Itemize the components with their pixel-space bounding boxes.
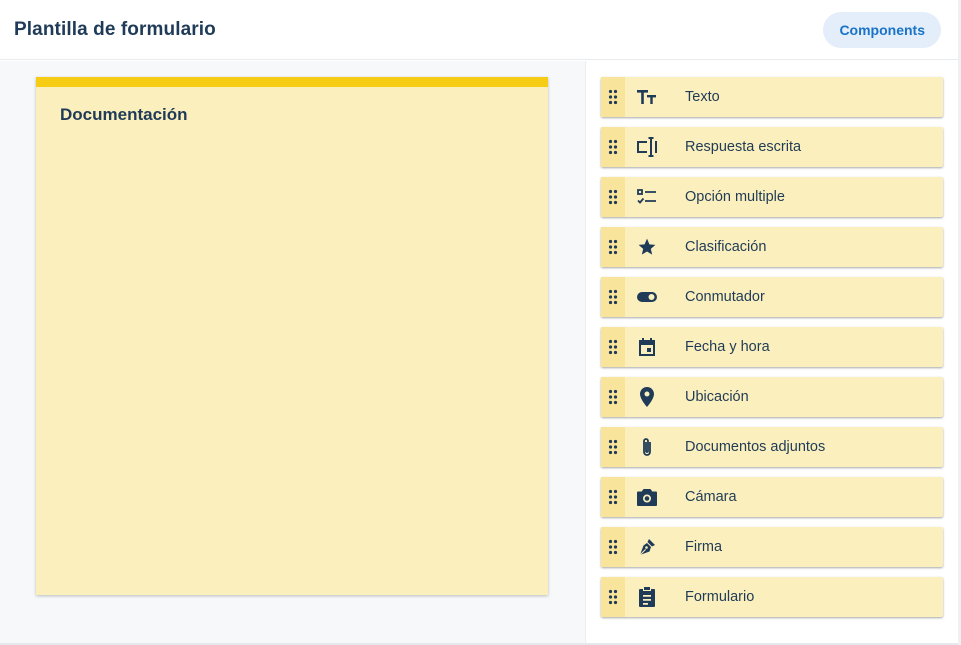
component-item-camara[interactable]: Cámara xyxy=(601,477,943,517)
pen-icon xyxy=(625,527,669,567)
drag-handle-icon[interactable] xyxy=(601,327,625,367)
component-label: Cámara xyxy=(685,489,737,505)
toggle-icon xyxy=(625,277,669,317)
clipboard-icon xyxy=(625,577,669,617)
component-item-formulario[interactable]: Formulario xyxy=(601,577,943,617)
component-label: Clasificación xyxy=(685,239,767,255)
component-label: Fecha y hora xyxy=(685,339,770,355)
component-item-clasificacion[interactable]: Clasificación xyxy=(601,227,943,267)
camera-icon xyxy=(625,477,669,517)
drag-handle-icon[interactable] xyxy=(601,277,625,317)
component-item-opcion-multiple[interactable]: Opción multiple xyxy=(601,177,943,217)
drag-handle-icon[interactable] xyxy=(601,577,625,617)
paperclip-icon xyxy=(625,427,669,467)
component-item-respuesta-escrita[interactable]: Respuesta escrita xyxy=(601,127,943,167)
text-field-icon xyxy=(625,127,669,167)
components-panel: Texto Respuesta escrita Opción multiple xyxy=(585,61,961,643)
drag-handle-icon[interactable] xyxy=(601,127,625,167)
components-button[interactable]: Components xyxy=(823,11,941,48)
checklist-icon xyxy=(625,177,669,217)
drag-handle-icon[interactable] xyxy=(601,477,625,517)
page-title: Plantilla de formulario xyxy=(14,18,216,40)
component-label: Conmutador xyxy=(685,289,765,305)
component-label: Firma xyxy=(685,539,723,555)
drag-handle-icon[interactable] xyxy=(601,227,625,267)
component-label: Documentos adjuntos xyxy=(685,439,826,455)
drag-handle-icon[interactable] xyxy=(601,377,625,417)
drag-handle-icon[interactable] xyxy=(601,77,625,117)
drag-handle-icon[interactable] xyxy=(601,427,625,467)
form-card[interactable]: Documentación xyxy=(36,77,548,595)
star-icon xyxy=(625,227,669,267)
calendar-icon xyxy=(625,327,669,367)
form-card-title: Documentación xyxy=(60,105,188,124)
component-item-fecha-y-hora[interactable]: Fecha y hora xyxy=(601,327,943,367)
component-item-conmutador[interactable]: Conmutador xyxy=(601,277,943,317)
component-label: Respuesta escrita xyxy=(685,139,802,155)
component-item-texto[interactable]: Texto xyxy=(601,77,943,117)
component-label: Formulario xyxy=(685,589,755,605)
component-item-firma[interactable]: Firma xyxy=(601,527,943,567)
component-label: Ubicación xyxy=(685,389,749,405)
drag-handle-icon[interactable] xyxy=(601,527,625,567)
component-label: Texto xyxy=(685,89,720,105)
components-list: Texto Respuesta escrita Opción multiple xyxy=(601,77,943,627)
form-canvas: Documentación xyxy=(0,61,585,643)
text-format-icon xyxy=(625,77,669,117)
component-item-ubicacion[interactable]: Ubicación xyxy=(601,377,943,417)
app-header: Plantilla de formulario Components xyxy=(0,0,961,60)
location-pin-icon xyxy=(625,377,669,417)
component-label: Opción multiple xyxy=(685,189,785,205)
drag-handle-icon[interactable] xyxy=(601,177,625,217)
component-item-documentos-adjuntos[interactable]: Documentos adjuntos xyxy=(601,427,943,467)
